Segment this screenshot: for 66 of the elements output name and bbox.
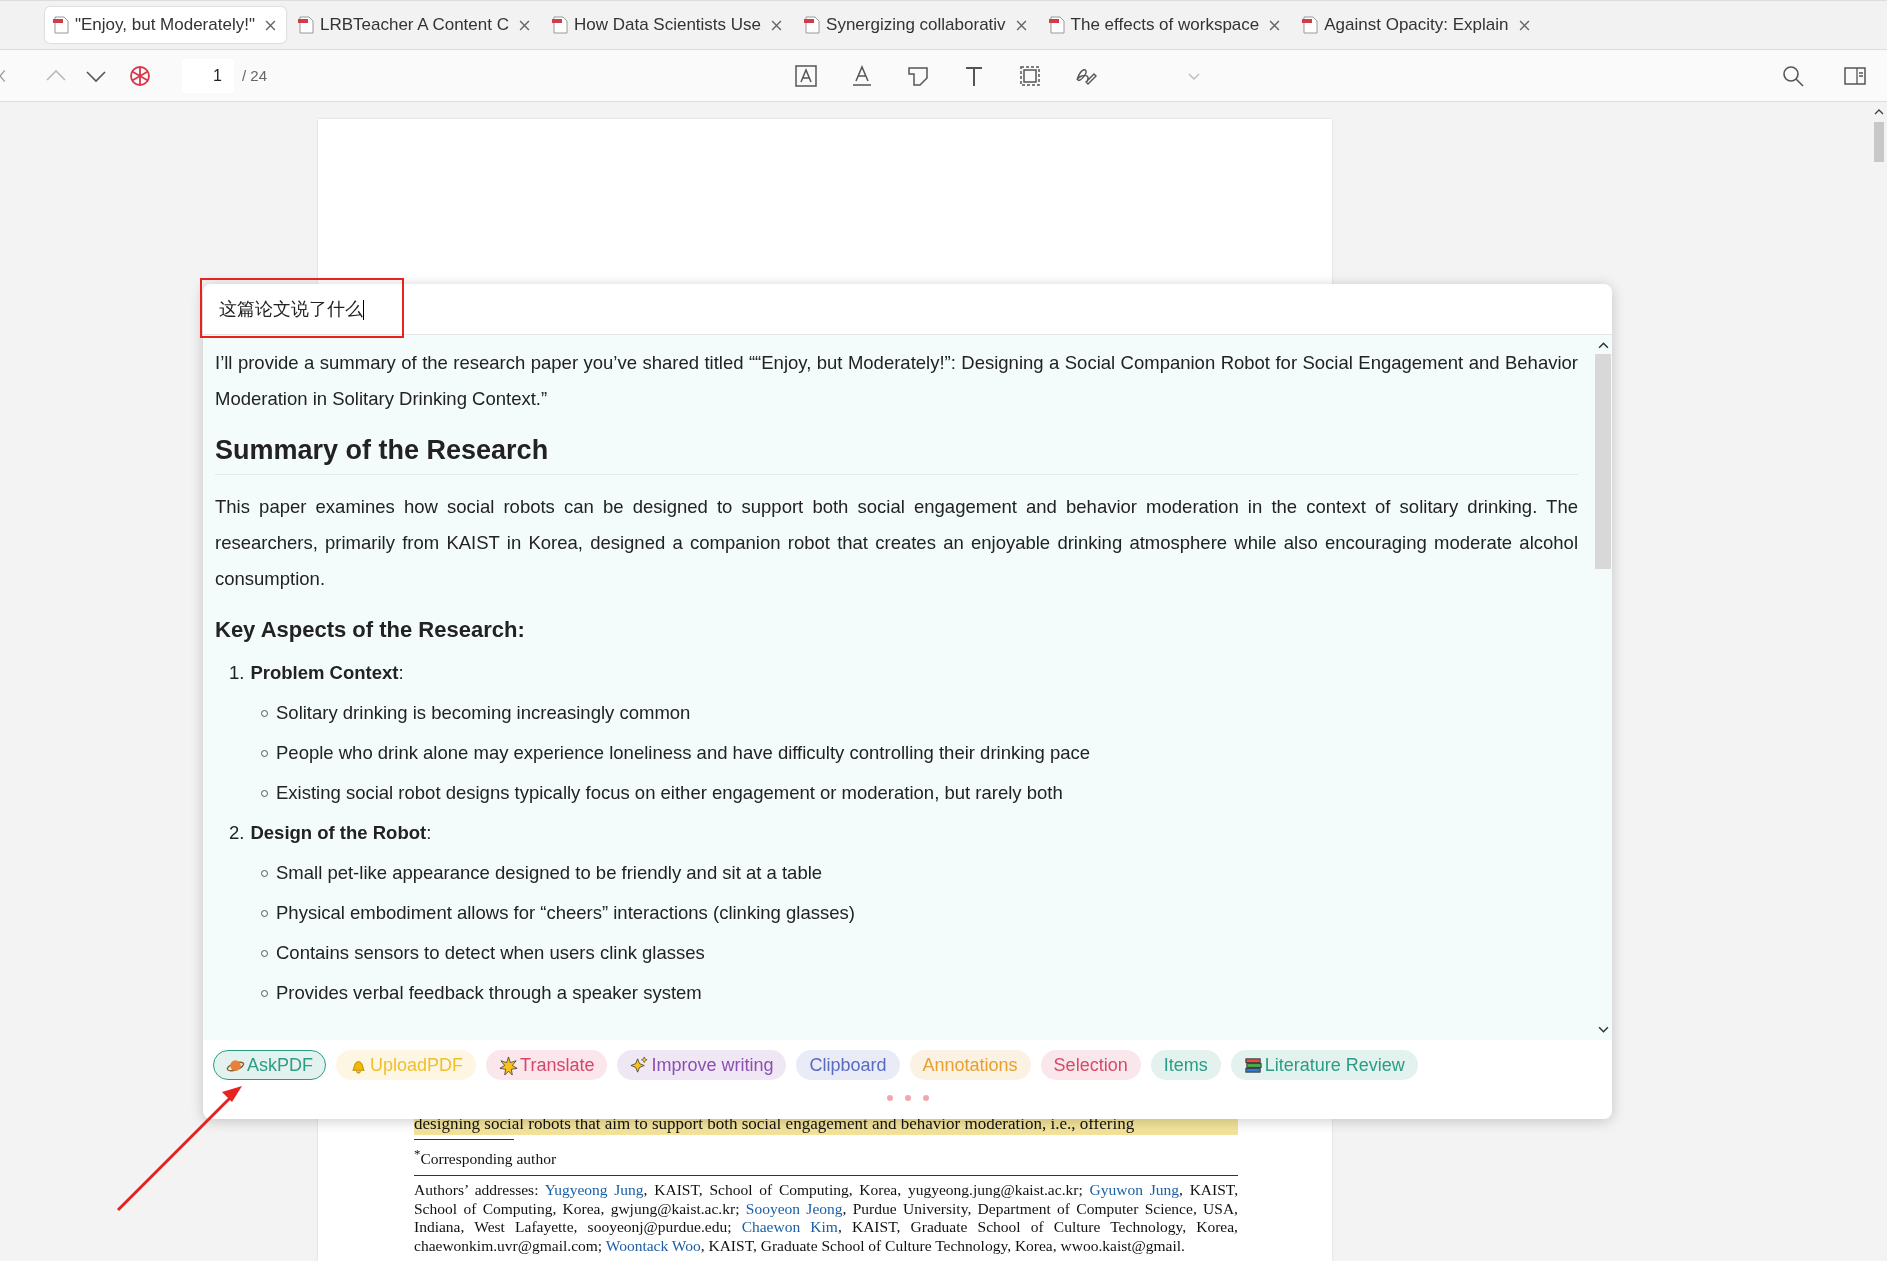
close-icon[interactable] xyxy=(518,19,530,31)
bullet-text: Solitary drinking is becoming increasingly common xyxy=(276,701,691,725)
pdf-file-icon xyxy=(1048,16,1065,34)
scroll-up-icon[interactable] xyxy=(1597,341,1609,350)
burst-icon xyxy=(499,1055,519,1075)
author-link[interactable]: Chaewon Kim xyxy=(741,1218,838,1236)
bullet-text: Provides verbal feedback through a speaker system xyxy=(276,981,702,1005)
document-tab[interactable]: How Data Scientists Use xyxy=(543,7,793,43)
pdf-file-icon xyxy=(1302,16,1319,34)
close-icon[interactable] xyxy=(1269,19,1281,31)
list-number: 1. xyxy=(229,661,245,685)
text-box-icon[interactable] xyxy=(794,63,818,88)
document-tab[interactable]: Synergizing collaborativ xyxy=(796,7,1037,43)
list-item-title: Problem Context: xyxy=(250,661,404,685)
scrollbar-thumb[interactable] xyxy=(1874,122,1884,162)
crop-area-icon[interactable] xyxy=(1018,63,1042,88)
tab-title: The effects of workspace xyxy=(1070,15,1260,35)
prompt-chip[interactable]: Clipboard xyxy=(796,1050,900,1080)
scroll-down-icon[interactable] xyxy=(1597,1025,1609,1034)
bullet-text: Physical embodiment allows for “cheers” interactions (clinking glasses) xyxy=(276,901,855,925)
prompt-chip[interactable]: Translate xyxy=(486,1050,608,1080)
prompt-chip[interactable]: Selection xyxy=(1040,1050,1141,1080)
close-icon[interactable] xyxy=(771,19,783,31)
author-link[interactable]: Yugyeong Jung xyxy=(544,1181,644,1199)
page-total: / 24 xyxy=(242,67,268,84)
author-link[interactable]: Woontack Woo xyxy=(605,1236,701,1254)
loading-dots-drawing xyxy=(885,1094,930,1102)
document-tab[interactable]: The effects of workspace xyxy=(1040,7,1291,43)
answer-intro: I’ll provide a summary of the research paper you’ve shared titled ““Enjoy, but Moderately!”: Designing a Social Companion Robot for Social Engagement and Behavior Moderation in Solitary Drinking Context.” xyxy=(215,351,1578,411)
answer-heading: Summary of the Research xyxy=(215,435,1578,475)
tab-title: Against Opacity: Explain xyxy=(1324,15,1509,35)
knot-logo-icon[interactable] xyxy=(128,63,152,88)
close-icon[interactable] xyxy=(264,19,276,31)
scrollbar-thumb[interactable] xyxy=(1595,354,1611,569)
bullet-text: People who drink alone may experience loneliness and have difficulty controlling their drinking pace xyxy=(276,741,1091,765)
list-number: 2. xyxy=(229,821,245,845)
footnote: $^{*}$Corresponding author xyxy=(414,1146,558,1169)
close-icon[interactable] xyxy=(1518,19,1530,31)
bullet-text: Existing social robot designs typically focus on either engagement or moderation, but rarely both xyxy=(276,781,1063,805)
document-tab[interactable]: LRBTeacher A Content C xyxy=(289,7,540,43)
list-item-title: Design of the Robot: xyxy=(250,821,432,845)
tab-title: "Enjoy, but Moderately!" xyxy=(75,15,255,35)
tab-title: How Data Scientists Use xyxy=(573,15,762,35)
author-link[interactable]: Gyuwon Jung xyxy=(1089,1181,1179,1199)
page-number-field[interactable]: 1 xyxy=(182,58,234,93)
author-addresses: Authors’ addresses: Yugyeong Jung, KAIST, School of Computing, Korea, yugyeong.jung@kaist.ac.kr; Gyuwon Jung, KAIST, School of Computing, Korea, gwjung@kaist.ac.kr; Sooyeon Jeong, Purdue University, Department of Computer Science, USA, Indiana, West Lafayette, sooyeonj@purdue.edu; Chaewon Kim, KAIST, Graduate School of Culture Technology, Korea, chaewonkim.uvr@gmail.com; Woontack Woo, KAIST, Graduate School of Culture Technology, Korea, wwoo.kaist@gmail. xyxy=(414,1181,1238,1256)
bullet-text: Contains sensors to detect when users clink glasses xyxy=(276,941,705,965)
pdf-file-icon xyxy=(297,16,314,34)
underline-text-icon[interactable] xyxy=(850,63,874,88)
author-link[interactable]: Sooyeon Jeong xyxy=(745,1199,843,1217)
pdf-file-icon xyxy=(53,16,69,34)
sparkles-icon xyxy=(630,1055,650,1075)
prompt-chip[interactable]: Improve writing xyxy=(617,1050,787,1080)
document-tab[interactable]: "Enjoy, but Moderately!" xyxy=(45,7,286,43)
pdf-file-icon xyxy=(804,16,821,34)
bullet-text: Small pet-like appearance designed to be friendly and sit at a table xyxy=(276,861,823,885)
scroll-up-icon[interactable] xyxy=(1874,108,1884,116)
books-icon xyxy=(1243,1055,1263,1075)
tab-title: LRBTeacher A Content C xyxy=(319,15,509,35)
answer-subheading: Key Aspects of the Research: xyxy=(215,617,526,643)
close-icon[interactable] xyxy=(1015,19,1027,31)
answer-paragraph: This paper examines how social robots can be designed to support both social engagement and behavior moderation in the context of solitary drinking. The researchers, primarily from KAIST in Korea, designed a companion robot that creates an enjoyable drinking atmosphere while also encouraging moderate alcohol consumption. xyxy=(215,495,1578,591)
pdf-file-icon xyxy=(551,16,568,34)
search-icon[interactable] xyxy=(1781,63,1805,88)
document-tab[interactable]: Against Opacity: Explain xyxy=(1294,7,1540,43)
tab-title: Synergizing collaborativ xyxy=(826,15,1006,35)
